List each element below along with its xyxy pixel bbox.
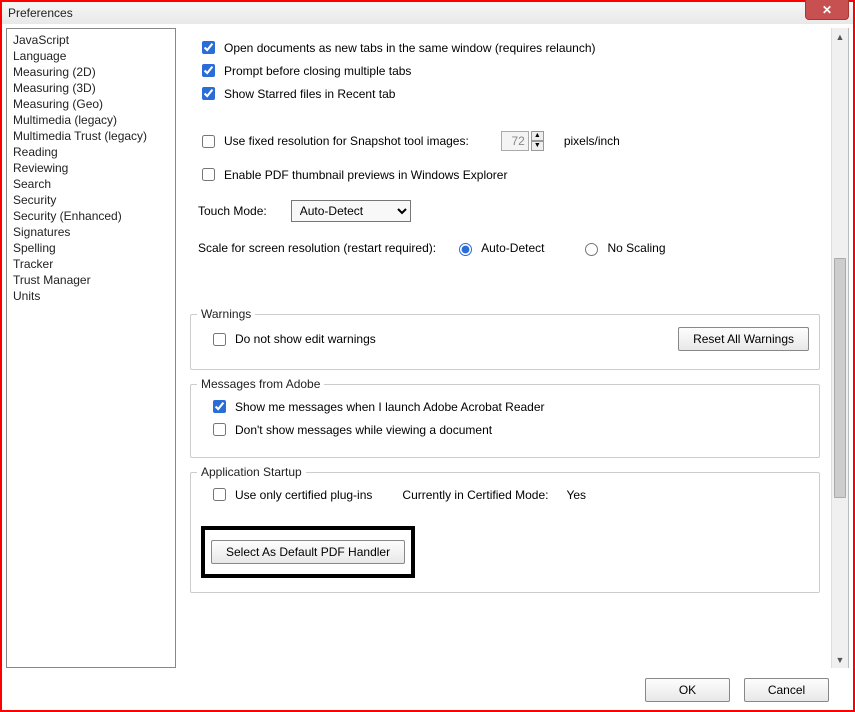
sidebar-item[interactable]: JavaScript <box>7 32 175 48</box>
scale-none-radio[interactable] <box>585 243 598 256</box>
fixed-res-checkbox[interactable] <box>202 135 215 148</box>
dont-show-viewing-checkbox[interactable] <box>213 423 226 436</box>
scroll-down-icon[interactable]: ▼ <box>832 651 848 668</box>
show-starred-checkbox[interactable] <box>202 87 215 100</box>
sidebar-item[interactable]: Security <box>7 192 175 208</box>
scale-label: Scale for screen resolution (restart req… <box>198 241 436 255</box>
certified-plugins-checkbox[interactable] <box>213 488 226 501</box>
certified-mode-value: Yes <box>566 488 586 502</box>
sidebar-item[interactable]: Measuring (3D) <box>7 80 175 96</box>
scale-auto-label: Auto-Detect <box>481 241 544 255</box>
scale-none-label: No Scaling <box>607 241 665 255</box>
dialog-buttons: OK Cancel <box>2 672 853 710</box>
messages-legend: Messages from Adobe <box>197 377 324 391</box>
touch-mode-label: Touch Mode: <box>198 204 267 218</box>
sidebar-item[interactable]: Language <box>7 48 175 64</box>
sidebar-item[interactable]: Measuring (Geo) <box>7 96 175 112</box>
fixed-res-value <box>501 131 529 151</box>
ok-button[interactable]: OK <box>645 678 730 702</box>
show-launch-messages-checkbox[interactable] <box>213 400 226 413</box>
fixed-res-label: Use fixed resolution for Snapshot tool i… <box>224 134 469 148</box>
sidebar-item[interactable]: Search <box>7 176 175 192</box>
touch-mode-select[interactable]: Auto-Detect <box>291 200 411 222</box>
body: JavaScript Language Measuring (2D) Measu… <box>2 24 853 672</box>
categories-sidebar: JavaScript Language Measuring (2D) Measu… <box>6 28 176 668</box>
sidebar-item[interactable]: Security (Enhanced) <box>7 208 175 224</box>
close-button[interactable]: ✕ <box>805 0 849 20</box>
prompt-close-label: Prompt before closing multiple tabs <box>224 64 411 78</box>
dont-show-warnings-label: Do not show edit warnings <box>235 332 376 346</box>
cancel-button[interactable]: Cancel <box>744 678 829 702</box>
sidebar-item[interactable]: Units <box>7 288 175 304</box>
spin-up-icon: ▲ <box>531 131 544 141</box>
show-starred-label: Show Starred files in Recent tab <box>224 87 395 101</box>
enable-thumb-label: Enable PDF thumbnail previews in Windows… <box>224 168 507 182</box>
scroll-up-icon[interactable]: ▲ <box>832 28 848 45</box>
settings-panel: Open documents as new tabs in the same w… <box>182 28 849 668</box>
open-tabs-checkbox[interactable] <box>202 41 215 54</box>
dont-show-warnings-checkbox[interactable] <box>213 333 226 346</box>
scale-auto-radio[interactable] <box>459 243 472 256</box>
certified-plugins-label: Use only certified plug-ins <box>235 488 372 502</box>
window-title: Preferences <box>8 6 73 20</box>
titlebar: Preferences ✕ <box>2 2 853 24</box>
certified-mode-label: Currently in Certified Mode: <box>402 488 548 502</box>
spin-down-icon: ▼ <box>531 141 544 151</box>
sidebar-item[interactable]: Signatures <box>7 224 175 240</box>
sidebar-item[interactable]: Multimedia (legacy) <box>7 112 175 128</box>
fixed-res-unit: pixels/inch <box>564 134 620 148</box>
startup-group: Application Startup Use only certified p… <box>190 472 820 593</box>
close-icon: ✕ <box>822 3 832 17</box>
show-launch-messages-label: Show me messages when I launch Adobe Acr… <box>235 400 545 414</box>
startup-legend: Application Startup <box>197 465 306 479</box>
fixed-res-spinner[interactable]: ▲▼ <box>501 131 544 151</box>
sidebar-item[interactable]: Multimedia Trust (legacy) <box>7 128 175 144</box>
sidebar-item[interactable]: Reading <box>7 144 175 160</box>
sidebar-item[interactable]: Trust Manager <box>7 272 175 288</box>
enable-thumb-checkbox[interactable] <box>202 168 215 181</box>
sidebar-item[interactable]: Measuring (2D) <box>7 64 175 80</box>
sidebar-item[interactable]: Tracker <box>7 256 175 272</box>
dont-show-viewing-label: Don't show messages while viewing a docu… <box>235 423 492 437</box>
messages-group: Messages from Adobe Show me messages whe… <box>190 384 820 458</box>
warnings-group: Warnings Do not show edit warnings Reset… <box>190 314 820 370</box>
scrollbar[interactable]: ▲ ▼ <box>831 28 848 668</box>
scroll-thumb[interactable] <box>834 258 846 498</box>
default-handler-highlight: Select As Default PDF Handler <box>201 526 415 578</box>
sidebar-item[interactable]: Reviewing <box>7 160 175 176</box>
reset-warnings-button[interactable]: Reset All Warnings <box>678 327 809 351</box>
warnings-legend: Warnings <box>197 307 255 321</box>
sidebar-item[interactable]: Spelling <box>7 240 175 256</box>
default-pdf-handler-button[interactable]: Select As Default PDF Handler <box>211 540 405 564</box>
preferences-window: Preferences ✕ JavaScript Language Measur… <box>0 0 855 712</box>
open-tabs-label: Open documents as new tabs in the same w… <box>224 41 596 55</box>
prompt-close-checkbox[interactable] <box>202 64 215 77</box>
